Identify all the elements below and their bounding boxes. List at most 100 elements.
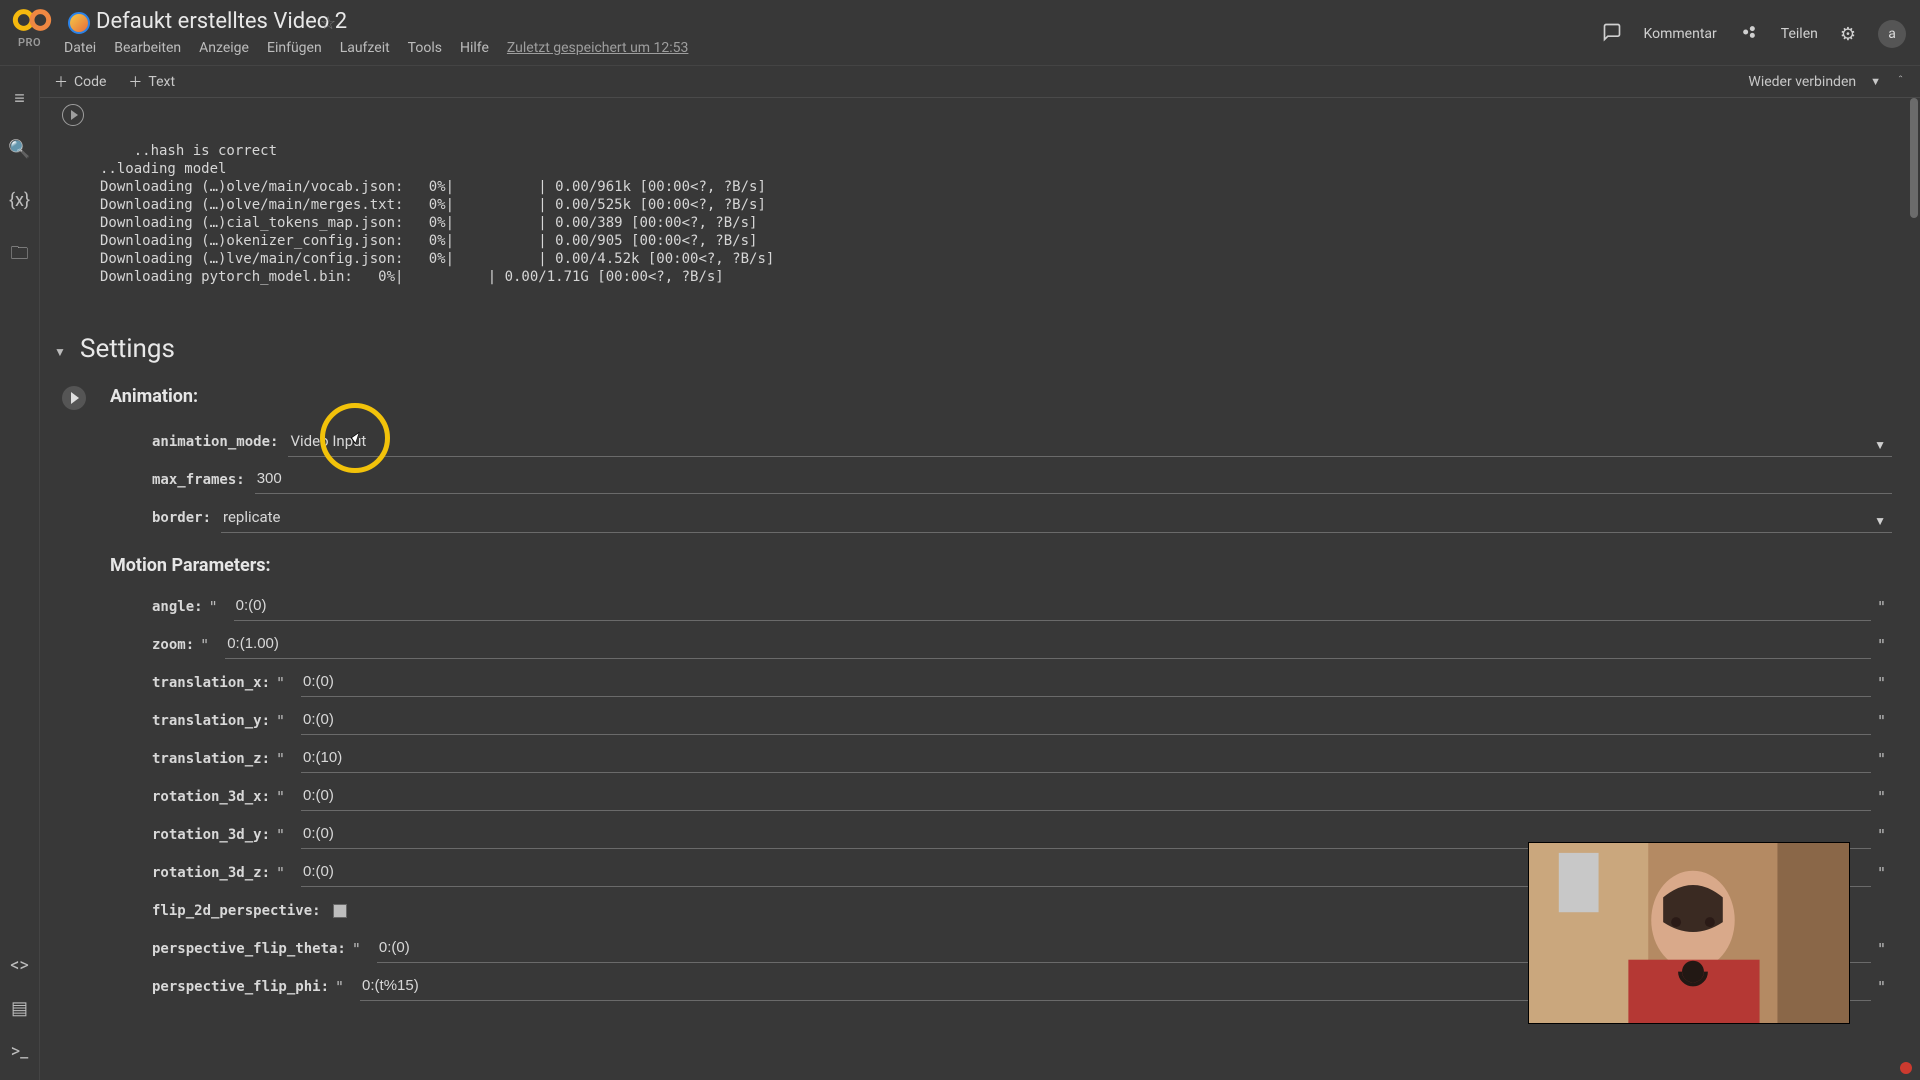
border-select[interactable]: replicate ▼ xyxy=(221,504,1892,533)
field-max-frames: max_frames: xyxy=(110,459,1892,497)
share-icon[interactable] xyxy=(1739,22,1759,47)
drive-file-icon xyxy=(68,12,90,34)
add-code-button[interactable]: ＋ Code xyxy=(54,72,106,92)
plus-icon: ＋ xyxy=(54,72,68,92)
quote-icon: " xyxy=(1871,940,1892,958)
motion-heading: Motion Parameters: xyxy=(110,555,1892,576)
variables-icon[interactable]: {x} xyxy=(9,190,30,211)
section-settings: ▼ Settings xyxy=(40,312,1920,368)
section-caret-icon[interactable]: ▼ xyxy=(54,345,66,359)
translation-y-input[interactable] xyxy=(301,707,1871,735)
output-text: ..hash is correct ..loading model Downlo… xyxy=(100,143,774,285)
run-animation-button[interactable] xyxy=(62,386,86,410)
cell-output: ..hash is correct ..loading model Downlo… xyxy=(40,98,1920,312)
field-animation-mode: animation_mode: Video Input ▼ xyxy=(110,421,1892,459)
angle-label: angle: xyxy=(152,599,203,615)
plus-icon: ＋ xyxy=(128,72,142,92)
files-icon[interactable]: 🗀 xyxy=(11,241,29,271)
field-translation-x: translation_x: " " xyxy=(110,662,1892,700)
translation-x-label: translation_x: xyxy=(152,675,270,691)
max-frames-input[interactable] xyxy=(255,466,1892,494)
quote-icon: " xyxy=(1871,864,1892,882)
code-snippets-icon[interactable]: <> xyxy=(10,955,29,976)
field-translation-z: translation_z: " " xyxy=(110,738,1892,776)
translation-z-label: translation_z: xyxy=(152,751,270,767)
quote-icon: " xyxy=(1871,750,1892,768)
menu-insert[interactable]: Einfügen xyxy=(267,40,322,56)
header-actions: Kommentar Teilen ⚙ a xyxy=(1602,20,1906,48)
vertical-scrollbar[interactable] xyxy=(1910,98,1918,218)
quote-icon: " xyxy=(270,674,291,692)
quote-icon: " xyxy=(203,598,224,616)
angle-input[interactable] xyxy=(234,593,1871,621)
border-value: replicate xyxy=(223,508,281,526)
add-text-button[interactable]: ＋ Text xyxy=(128,72,175,92)
account-avatar[interactable]: a xyxy=(1878,20,1906,48)
reconnect-button[interactable]: Wieder verbinden xyxy=(1748,74,1856,90)
settings-icon[interactable]: ⚙ xyxy=(1840,24,1856,45)
quote-icon: " xyxy=(1871,674,1892,692)
comment-icon[interactable] xyxy=(1602,22,1622,47)
quote-icon: " xyxy=(194,636,215,654)
rotation-3d-x-label: rotation_3d_x: xyxy=(152,789,270,805)
pro-badge: PRO xyxy=(18,36,41,49)
animation-mode-select[interactable]: Video Input ▼ xyxy=(288,428,1892,457)
field-translation-y: translation_y: " " xyxy=(110,700,1892,738)
run-cell-button[interactable] xyxy=(62,104,84,126)
left-rail: ≡ 🔍 {x} 🗀 <> ▤ >_ xyxy=(0,66,40,1080)
quote-icon: " xyxy=(329,978,350,996)
translation-x-input[interactable] xyxy=(301,669,1871,697)
toc-icon[interactable]: ≡ xyxy=(14,88,25,109)
menu-view[interactable]: Anzeige xyxy=(199,40,249,56)
collapse-toolbar-icon[interactable]: ＾ xyxy=(1895,74,1906,90)
notebook-toolbar: ＋ Code ＋ Text Wieder verbinden ▼ ＾ xyxy=(40,66,1920,98)
rotation-3d-y-label: rotation_3d_y: xyxy=(152,827,270,843)
rotation-3d-x-input[interactable] xyxy=(301,783,1871,811)
animation-mode-label: animation_mode: xyxy=(152,434,278,450)
flip-theta-label: perspective_flip_theta: xyxy=(152,941,346,957)
flip-phi-label: perspective_flip_phi: xyxy=(152,979,329,995)
quote-icon: " xyxy=(1871,712,1892,730)
menu-bar: Datei Bearbeiten Anzeige Einfügen Laufze… xyxy=(64,40,688,56)
menu-help[interactable]: Hilfe xyxy=(460,40,489,56)
quote-icon: " xyxy=(1871,598,1892,616)
terminal-icon[interactable]: >_ xyxy=(11,1041,29,1062)
field-border: border: replicate ▼ xyxy=(110,497,1892,535)
add-code-label: Code xyxy=(74,74,106,90)
menu-edit[interactable]: Bearbeiten xyxy=(114,40,181,56)
section-title: Settings xyxy=(80,334,1900,364)
max-frames-label: max_frames: xyxy=(152,472,245,488)
menu-tools[interactable]: Tools xyxy=(408,40,442,56)
dropdown-caret-icon: ▼ xyxy=(1874,438,1886,452)
field-zoom: zoom: " " xyxy=(110,624,1892,662)
zoom-label: zoom: xyxy=(152,637,194,653)
animation-heading: Animation: xyxy=(110,386,1892,407)
document-title[interactable]: Defaukt erstelltes Video 2 xyxy=(96,9,347,34)
menu-file[interactable]: Datei xyxy=(64,40,96,56)
search-icon[interactable]: 🔍 xyxy=(8,139,30,160)
quote-icon: " xyxy=(270,826,291,844)
rotation-3d-z-label: rotation_3d_z: xyxy=(152,865,270,881)
add-text-label: Text xyxy=(148,74,175,90)
border-label: border: xyxy=(152,510,211,526)
quote-icon: " xyxy=(270,864,291,882)
mouse-cursor-icon xyxy=(352,434,366,454)
flip-2d-checkbox[interactable] xyxy=(333,904,347,918)
quote-icon: " xyxy=(1871,636,1892,654)
translation-z-input[interactable] xyxy=(301,745,1871,773)
command-palette-icon[interactable]: ▤ xyxy=(11,998,28,1019)
quote-icon: " xyxy=(1871,978,1892,996)
menu-runtime[interactable]: Laufzeit xyxy=(340,40,390,56)
star-icon[interactable]: ☆ xyxy=(320,13,336,34)
quote-icon: " xyxy=(270,788,291,806)
reconnect-caret-icon[interactable]: ▼ xyxy=(1870,75,1881,88)
zoom-input[interactable] xyxy=(225,631,1871,659)
colab-logo xyxy=(12,4,52,36)
app-header: PRO Defaukt erstelltes Video 2 ☆ Datei B… xyxy=(0,0,1920,66)
share-button[interactable]: Teilen xyxy=(1781,26,1818,42)
autosave-status[interactable]: Zuletzt gespeichert um 12:53 xyxy=(507,40,689,56)
comment-button[interactable]: Kommentar xyxy=(1644,26,1717,42)
quote-icon: " xyxy=(270,712,291,730)
quote-icon: " xyxy=(1871,826,1892,844)
flip-2d-label: flip_2d_perspective: xyxy=(152,903,321,919)
